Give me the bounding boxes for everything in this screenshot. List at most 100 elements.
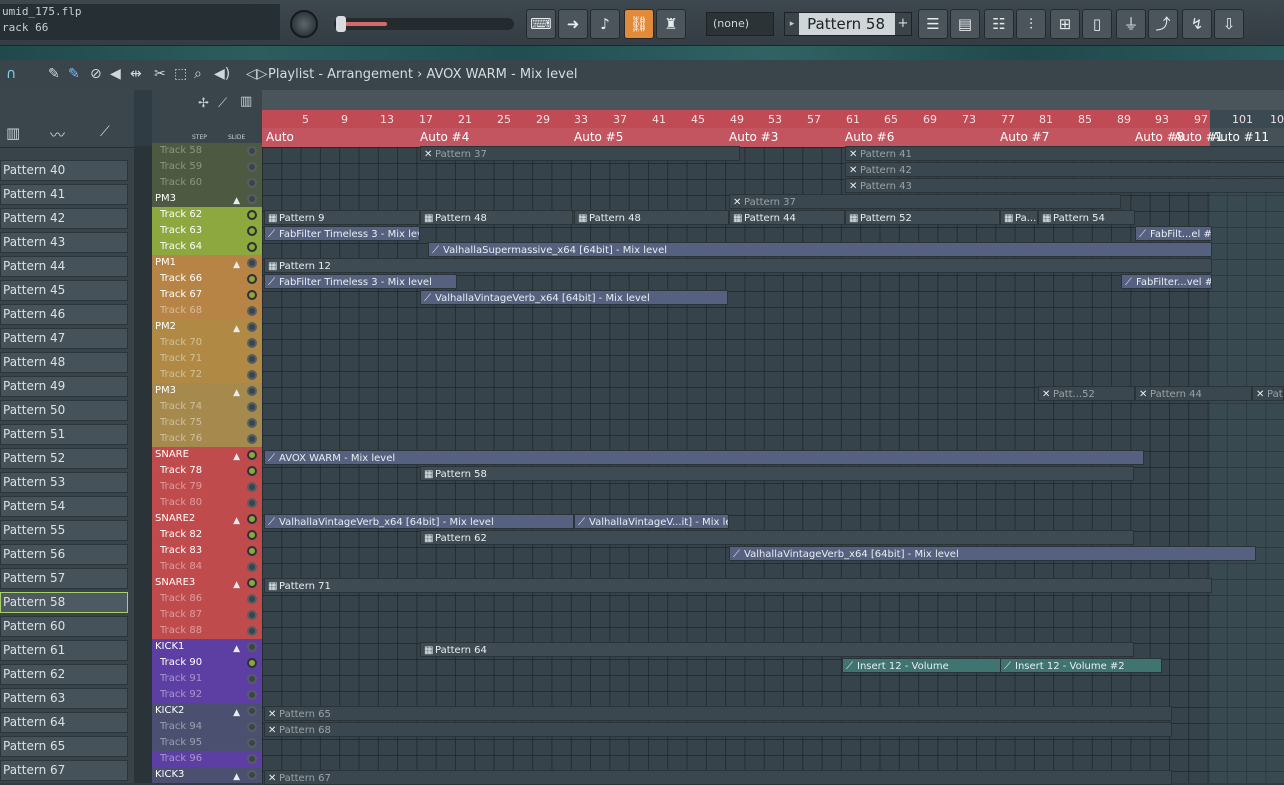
- track-header[interactable]: Track 84: [152, 559, 262, 575]
- track-group-header[interactable]: KICK3 ▲: [152, 767, 262, 783]
- pattern-list-item[interactable]: Pattern 65: [0, 736, 128, 757]
- track-mute-led[interactable]: [247, 626, 257, 636]
- track-mute-led[interactable]: [247, 274, 257, 284]
- automation-clip[interactable]: ⟋ FabFilt...el #2: [1135, 226, 1212, 241]
- slip-icon[interactable]: ⇹: [130, 66, 142, 82]
- magnet-icon[interactable]: ∩: [6, 66, 16, 82]
- track-mute-led[interactable]: [247, 418, 257, 428]
- mute-icon[interactable]: ◀: [110, 66, 121, 82]
- pattern-list-item[interactable]: Pattern 47: [0, 328, 128, 349]
- track-header[interactable]: Track 59: [152, 159, 262, 175]
- track-mute-led[interactable]: [247, 162, 257, 172]
- delete-icon[interactable]: ⊘: [90, 66, 102, 82]
- track-mute-led[interactable]: [247, 706, 257, 716]
- pattern-list-item[interactable]: Pattern 41: [0, 184, 128, 205]
- pattern-list-item[interactable]: Pattern 44: [0, 256, 128, 277]
- track-mute-led[interactable]: [247, 338, 257, 348]
- track-header[interactable]: Track 91: [152, 671, 262, 687]
- track-mute-led[interactable]: [247, 674, 257, 684]
- speaker-icon[interactable]: ◀): [214, 66, 230, 82]
- breadcrumb-context[interactable]: AVOX WARM - Mix level: [426, 67, 577, 82]
- track-mute-led[interactable]: [247, 530, 257, 540]
- pattern-list-item[interactable]: Pattern 55: [0, 520, 128, 541]
- track-mute-led[interactable]: [247, 354, 257, 364]
- track-header[interactable]: Track 86: [152, 591, 262, 607]
- pattern-selector[interactable]: ▸ Pattern 58 +: [784, 12, 912, 36]
- pattern-clip[interactable]: ✕ Pattern 44: [1135, 386, 1252, 401]
- pattern-list-item[interactable]: Pattern 54: [0, 496, 128, 517]
- track-group-header[interactable]: PM2 ▲: [152, 319, 262, 335]
- automation-clip[interactable]: ⟋ Insert 12 - Volume: [842, 658, 1002, 673]
- pattern-list-item[interactable]: Pattern 48: [0, 352, 128, 373]
- track-header[interactable]: Track 71: [152, 351, 262, 367]
- track-group-header[interactable]: SNARE2 ▲: [152, 511, 262, 527]
- pattern-clip[interactable]: ✕ Pattern 68: [264, 722, 1172, 737]
- track-group-header[interactable]: PM1 ▲: [152, 255, 262, 271]
- pattern-clip[interactable]: ▦ Pattern 58: [420, 466, 1134, 481]
- pattern-list-item[interactable]: Pattern 49: [0, 376, 128, 397]
- pattern-list-item[interactable]: Pattern 46: [0, 304, 128, 325]
- track-group-header[interactable]: PM3 ▲: [152, 191, 262, 207]
- pattern-clip[interactable]: ✕ Pattern 43: [845, 178, 1284, 193]
- pattern-list-item[interactable]: Pattern 52: [0, 448, 128, 469]
- curve-tool-icon[interactable]: ⟋: [218, 96, 227, 111]
- automation-clip[interactable]: ⟋ ValhallaVintageVerb_x64 [64bit] - Mix l…: [729, 546, 1256, 561]
- pattern-clip[interactable]: ✕ Pattern 65: [264, 706, 1172, 721]
- track-header[interactable]: Track 66: [152, 271, 262, 287]
- track-header[interactable]: Track 67: [152, 287, 262, 303]
- automation-clip[interactable]: ⟋ ValhallaVintageV...it] - Mix level: [574, 514, 729, 529]
- snap-dropdown[interactable]: (none): [706, 12, 774, 36]
- typing-keyboard-icon[interactable]: ⌨: [526, 9, 556, 39]
- pattern-list-item[interactable]: Pattern 40: [0, 160, 128, 181]
- track-mute-led[interactable]: [247, 738, 257, 748]
- automation-clip[interactable]: ⟋ FabFilter...vel #3: [1121, 274, 1212, 289]
- track-header[interactable]: Track 94: [152, 719, 262, 735]
- track-mute-led[interactable]: [247, 146, 257, 156]
- pattern-clip[interactable]: ✕ Pattern 37: [729, 194, 1121, 209]
- piano-roll-icon[interactable]: ▤: [950, 9, 980, 39]
- track-header[interactable]: Track 87: [152, 607, 262, 623]
- automation-marker[interactable]: Auto #3: [729, 130, 778, 144]
- automation-marker[interactable]: Auto #4: [420, 130, 469, 144]
- automation-marker[interactable]: Auto #5: [574, 130, 623, 144]
- pattern-list-item[interactable]: Pattern 53: [0, 472, 128, 493]
- track-header[interactable]: Track 90: [152, 655, 262, 671]
- pattern-list-item[interactable]: Pattern 63: [0, 688, 128, 709]
- track-header[interactable]: Track 92: [152, 687, 262, 703]
- pattern-clip[interactable]: ▦ Pattern 71: [264, 578, 1212, 593]
- wave-icon[interactable]: ↯: [1182, 9, 1212, 39]
- track-header[interactable]: Track 83: [152, 543, 262, 559]
- track-header[interactable]: Track 64: [152, 239, 262, 255]
- pattern-clip[interactable]: ✕ Patt...52: [1038, 386, 1135, 401]
- picker-scrollbar[interactable]: [134, 146, 152, 783]
- pattern-clip[interactable]: ✕Patt: [1252, 386, 1284, 401]
- track-header[interactable]: Track 80: [152, 495, 262, 511]
- track-mute-led[interactable]: [247, 546, 257, 556]
- track-mute-led[interactable]: [247, 306, 257, 316]
- track-group-header[interactable]: SNARE ▲: [152, 447, 262, 463]
- pattern-list-item[interactable]: Pattern 64: [0, 712, 128, 733]
- render-icon[interactable]: ⇩: [1214, 9, 1244, 39]
- automation-marker[interactable]: Auto #11: [1212, 130, 1269, 144]
- automation-marker[interactable]: Auto #7: [1000, 130, 1049, 144]
- pattern-clip[interactable]: ▦ Pattern 62: [420, 530, 1134, 545]
- track-header[interactable]: Track 62: [152, 207, 262, 223]
- pattern-clip[interactable]: ▦ Pa...: [1000, 210, 1038, 225]
- track-mute-led[interactable]: [247, 402, 257, 412]
- pattern-clip[interactable]: ✕ Pattern 41: [845, 146, 1284, 161]
- pattern-clip[interactable]: ▦ Pattern 12: [264, 258, 1212, 273]
- automation-clip[interactable]: ⟋ ValhallaVintageVerb_x64 [64bit] - Mix l…: [420, 290, 728, 305]
- pattern-list-item[interactable]: Pattern 67: [0, 760, 128, 781]
- track-mute-led[interactable]: [247, 482, 257, 492]
- pencil-icon[interactable]: ✎: [48, 66, 60, 82]
- metronome-icon[interactable]: ♜: [656, 9, 686, 39]
- track-mute-led[interactable]: [247, 242, 257, 252]
- track-mute-led[interactable]: [247, 210, 257, 220]
- pattern-clip[interactable]: ✕ Pattern 42: [845, 162, 1284, 177]
- pattern-list-item[interactable]: Pattern 60: [0, 616, 128, 637]
- pattern-list-item[interactable]: Pattern 57: [0, 568, 128, 589]
- master-volume-knob[interactable]: [290, 10, 318, 38]
- track-mute-led[interactable]: [247, 386, 257, 396]
- piano-keys-icon[interactable]: ▥: [240, 94, 252, 109]
- track-mute-led[interactable]: [247, 514, 257, 524]
